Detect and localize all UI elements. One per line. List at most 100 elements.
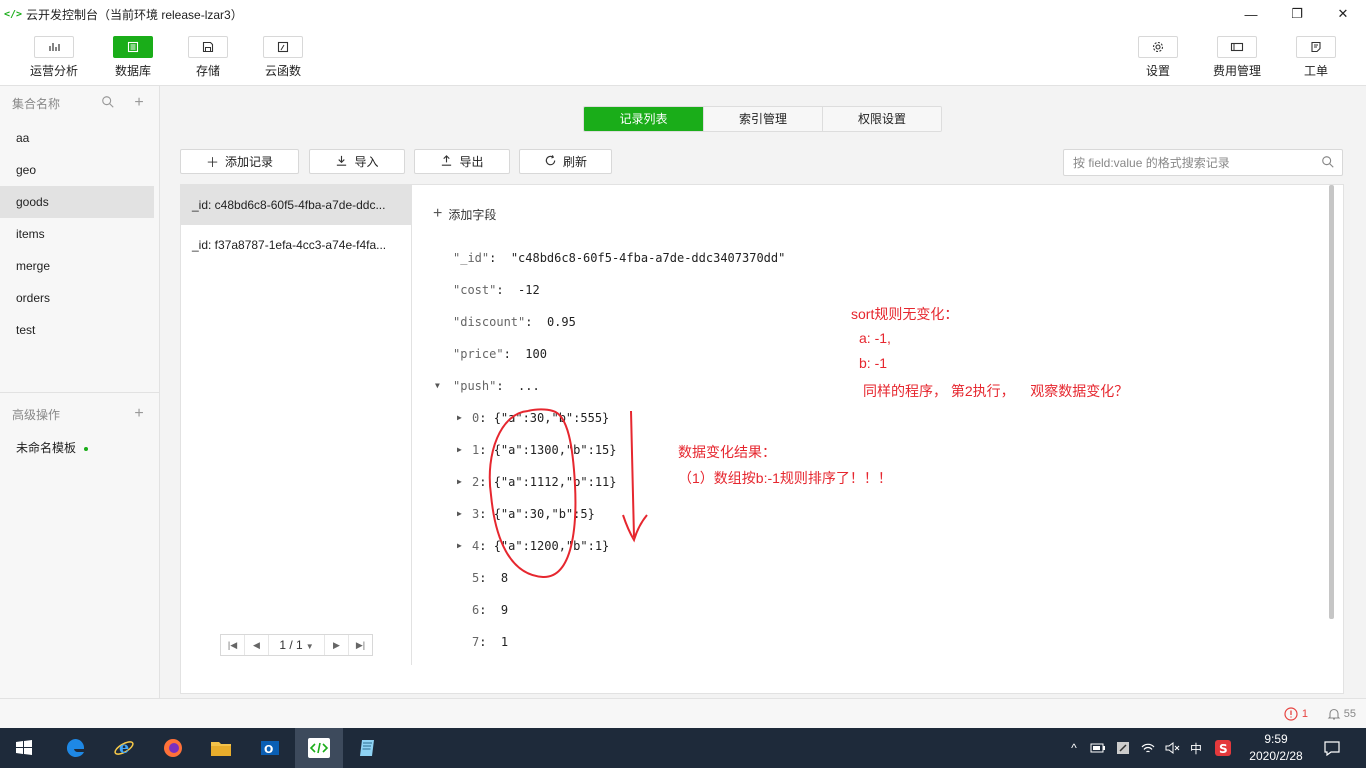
toolbar-database-label: 数据库 [114, 64, 151, 78]
svg-text:O: O [264, 743, 273, 756]
ie-icon[interactable]: e [100, 728, 148, 768]
ime-indicator[interactable]: 中 [1190, 740, 1202, 757]
system-tray: ^ 中 S [1066, 728, 1236, 768]
vertical-scrollbar[interactable] [1329, 185, 1334, 619]
card-icon [1217, 36, 1257, 58]
add-collection-icon[interactable]: + [131, 95, 147, 111]
svg-text:S: S [1219, 742, 1228, 756]
chevron-down-icon: ▼ [305, 642, 314, 651]
page-indicator: 1 / 1 [279, 638, 303, 652]
notification-indicator[interactable]: 55 [1327, 707, 1356, 721]
next-page-button[interactable]: ▶ [324, 635, 348, 655]
close-button[interactable]: ✕ [1320, 0, 1366, 28]
tray-expand-icon[interactable]: ^ [1066, 741, 1082, 755]
svg-text:e: e [119, 738, 129, 757]
record-search [1063, 149, 1343, 176]
add-record-button[interactable]: ＋ 添加记录 [180, 149, 299, 174]
first-page-button[interactable]: |◀ [221, 635, 245, 655]
export-button[interactable]: 导出 [414, 149, 510, 174]
minimize-button[interactable]: — [1228, 0, 1274, 28]
collection-item-items[interactable]: items [0, 218, 154, 250]
record-item[interactable]: _id: f37a8787-1efa-4cc3-a74e-f4fa... [181, 225, 411, 265]
records-panel: _id: c48bd6c8-60f5-4fba-a7de-ddc... _id:… [180, 184, 1344, 694]
restore-button[interactable]: ❐ [1274, 0, 1320, 28]
sidebar-divider [0, 392, 159, 393]
import-label: 导入 [354, 155, 379, 169]
search-icon[interactable] [100, 95, 116, 111]
advanced-header: 高级操作 + [0, 397, 159, 431]
pagination: |◀ ◀ 1 / 1 ▼ ▶ ▶| [220, 634, 373, 656]
file-explorer-icon[interactable] [197, 728, 245, 768]
tab-indexes[interactable]: 索引管理 [703, 107, 822, 131]
main-content: 记录列表 索引管理 权限设置 ＋ 添加记录 导入 导出 刷新 _id: c48bd… [160, 86, 1366, 698]
template-label: 未命名模板 [16, 441, 77, 455]
page-select[interactable]: 1 / 1 ▼ [269, 638, 324, 652]
toolbar-analytics-label: 运营分析 [29, 64, 78, 78]
tab-bar: 记录列表 索引管理 权限设置 [583, 106, 942, 132]
record-list: _id: c48bd6c8-60f5-4fba-a7de-ddc... _id:… [181, 185, 412, 665]
clock[interactable]: 9:59 2020/2/28 [1243, 731, 1309, 765]
collections-sidebar: 集合名称 + aa geo goods items merge orders t… [0, 86, 160, 698]
collection-item-orders[interactable]: orders [0, 282, 154, 314]
firefox-icon[interactable] [149, 728, 197, 768]
sogou-icon[interactable]: S [1214, 739, 1232, 757]
advanced-header-label: 高级操作 [12, 407, 61, 422]
clock-date: 2020/2/28 [1249, 749, 1303, 763]
collections-header: 集合名称 + [0, 86, 159, 120]
search-icon[interactable] [1321, 155, 1335, 169]
app-logo-icon: </> [3, 8, 23, 20]
outlook-icon[interactable]: O [246, 728, 294, 768]
notification-center-icon[interactable] [1310, 728, 1354, 768]
tab-records[interactable]: 记录列表 [584, 107, 703, 131]
bell-icon [1327, 708, 1341, 720]
add-template-icon[interactable]: + [131, 406, 147, 422]
save-icon [188, 36, 228, 58]
warning-icon [1284, 707, 1298, 721]
pen-icon[interactable] [1116, 741, 1130, 755]
volume-muted-icon[interactable] [1164, 741, 1180, 755]
collection-item-geo[interactable]: geo [0, 154, 154, 186]
notification-count: 55 [1343, 708, 1356, 720]
refresh-icon [544, 154, 557, 170]
collection-item-merge[interactable]: merge [0, 250, 154, 282]
battery-icon[interactable] [1090, 742, 1106, 754]
prev-page-button[interactable]: ◀ [245, 635, 269, 655]
toolbar-billing-label: 费用管理 [1212, 64, 1261, 78]
collection-item-test[interactable]: test [0, 314, 154, 346]
toolbar-storage-button[interactable]: 存储 [180, 36, 236, 79]
import-button[interactable]: 导入 [309, 149, 405, 174]
tab-permissions[interactable]: 权限设置 [822, 107, 941, 131]
devtools-icon[interactable] [295, 728, 343, 768]
toolbar-functions-button[interactable]: 云函数 [255, 36, 311, 79]
toolbar-settings-button[interactable]: 设置 [1130, 36, 1186, 79]
title-bar: </> 云开发控制台（当前环境 release-lzar3） — ❐ ✕ [0, 0, 1366, 28]
collection-item-goods[interactable]: goods [0, 186, 154, 218]
status-dot [84, 446, 89, 451]
search-input[interactable] [1064, 150, 1304, 175]
upload-icon [440, 154, 453, 170]
windows-start-icon[interactable] [0, 728, 48, 768]
template-item[interactable]: 未命名模板 [0, 431, 159, 465]
toolbar-analytics-button[interactable]: 运营分析 [26, 36, 82, 79]
notepad-icon[interactable] [344, 728, 392, 768]
ticket-icon [1296, 36, 1336, 58]
toolbar-database-button[interactable]: 数据库 [105, 36, 161, 79]
warning-indicator[interactable]: 1 [1284, 707, 1308, 721]
toolbar-storage-label: 存储 [195, 64, 220, 78]
warning-count: 1 [1301, 708, 1308, 720]
window-controls: — ❐ ✕ [1228, 0, 1366, 28]
collection-item-aa[interactable]: aa [0, 122, 154, 154]
clock-time: 9:59 [1264, 732, 1288, 746]
record-item[interactable]: _id: c48bd6c8-60f5-4fba-a7de-ddc... [181, 185, 411, 225]
last-page-button[interactable]: ▶| [348, 635, 372, 655]
ink-circle [488, 408, 577, 579]
refresh-button[interactable]: 刷新 [519, 149, 612, 174]
edge-icon[interactable] [52, 728, 100, 768]
bar-chart-icon [34, 36, 74, 58]
function-icon [263, 36, 303, 58]
toolbar-billing-button[interactable]: 费用管理 [1209, 36, 1265, 79]
status-bar: 1 55 [0, 698, 1366, 728]
toolbar-ticket-button[interactable]: 工单 [1288, 36, 1344, 79]
download-icon [335, 154, 348, 170]
wifi-icon[interactable] [1140, 741, 1156, 755]
